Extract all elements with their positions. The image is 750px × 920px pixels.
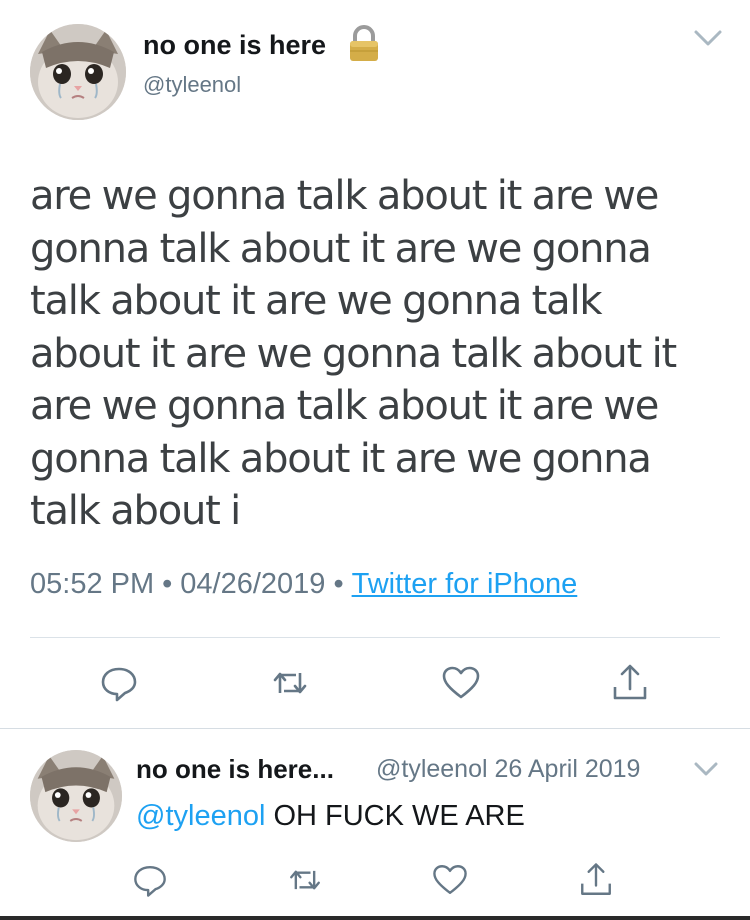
retweet-button[interactable] bbox=[266, 659, 314, 707]
display-name[interactable]: no one is here bbox=[143, 30, 326, 61]
crying-cat-avatar-image bbox=[30, 24, 126, 120]
tweet-meta: 05:52 PM • 04/26/2019 • Twitter for iPhone bbox=[30, 568, 577, 601]
tweet-time: 05:52 PM bbox=[30, 568, 155, 600]
share-icon bbox=[581, 863, 611, 895]
crying-cat-avatar-image bbox=[30, 750, 122, 842]
reply-mention-link[interactable]: @tyleenol bbox=[136, 800, 265, 832]
reply-avatar[interactable] bbox=[30, 750, 122, 842]
reply-handle-date[interactable]: @tyleenol 26 April 2019 bbox=[376, 755, 640, 784]
share-button[interactable] bbox=[574, 858, 622, 906]
bottom-edge-line bbox=[0, 916, 750, 920]
tweet-source-link[interactable]: Twitter for iPhone bbox=[352, 568, 578, 600]
reply-button[interactable] bbox=[128, 858, 176, 906]
meta-separator: • bbox=[333, 568, 344, 600]
handle[interactable]: @tyleenol bbox=[143, 72, 241, 98]
chevron-down-icon[interactable] bbox=[688, 24, 728, 52]
reply-icon bbox=[134, 865, 166, 897]
like-button[interactable] bbox=[437, 659, 485, 707]
tweet-date: 04/26/2019 bbox=[180, 568, 326, 600]
tweet-text: are we gonna talk about it are we gonna … bbox=[30, 173, 677, 534]
chevron-down-icon[interactable] bbox=[690, 758, 722, 780]
lock-icon bbox=[346, 24, 382, 64]
retweet-icon bbox=[290, 870, 320, 890]
like-button[interactable] bbox=[428, 858, 476, 906]
meta-separator: • bbox=[162, 568, 173, 600]
reply-display-name[interactable]: no one is here... bbox=[136, 754, 334, 785]
share-button[interactable] bbox=[606, 659, 654, 707]
retweet-button[interactable] bbox=[283, 858, 331, 906]
main-tweet: no one is here @tyleenol are we gonna ta… bbox=[0, 0, 750, 728]
reply-body: OH FUCK WE ARE bbox=[265, 800, 525, 832]
reply-text: @tyleenol OH FUCK WE ARE bbox=[136, 800, 525, 833]
heart-icon bbox=[442, 666, 480, 699]
share-icon bbox=[613, 664, 647, 700]
reply-button[interactable] bbox=[95, 659, 143, 707]
retweet-icon bbox=[273, 672, 307, 694]
avatar[interactable] bbox=[30, 24, 126, 120]
heart-icon bbox=[433, 865, 467, 895]
divider bbox=[30, 637, 720, 638]
reply-icon bbox=[101, 667, 137, 702]
tweet-separator bbox=[0, 728, 750, 729]
